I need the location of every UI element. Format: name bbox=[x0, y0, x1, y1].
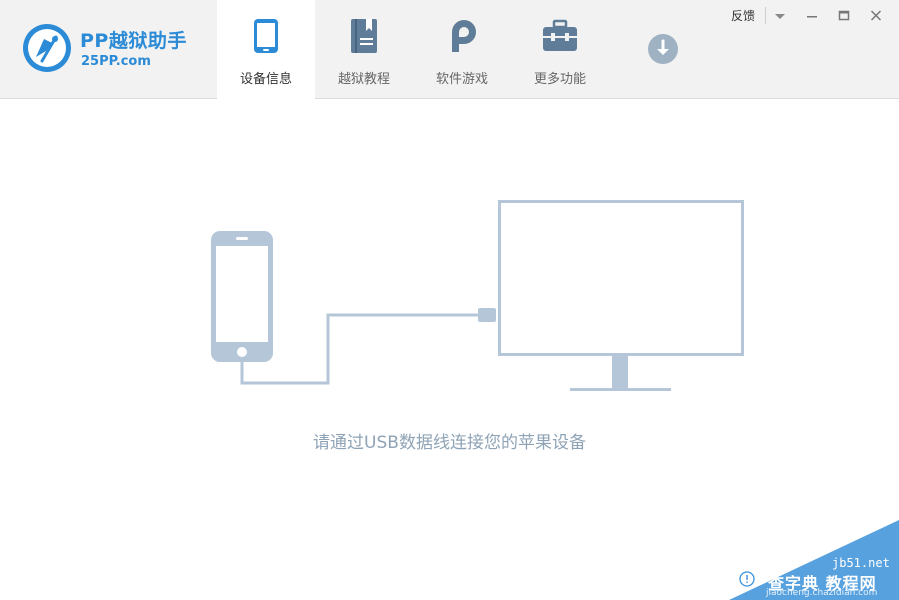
tab-more-features[interactable]: 更多功能 bbox=[511, 0, 609, 98]
tab-label: 设备信息 bbox=[239, 72, 292, 87]
watermark-url: jiaocheng.chazidian.com bbox=[766, 588, 878, 598]
tab-software-games[interactable]: 软件游戏 bbox=[413, 0, 511, 98]
toolbar-divider bbox=[765, 7, 766, 24]
app-title: PP越狱助手 bbox=[80, 30, 187, 52]
usb-connector bbox=[478, 308, 496, 322]
phone-icon bbox=[254, 19, 278, 53]
usb-cable bbox=[240, 313, 480, 385]
top-toolbar: PP越狱助手 25PP.com 设备信息 越狱教程 软件游戏 更多功能 反馈 bbox=[0, 0, 899, 99]
dropdown-icon[interactable] bbox=[772, 6, 788, 26]
maximize-icon[interactable] bbox=[836, 6, 852, 26]
iphone-illustration bbox=[211, 231, 273, 362]
tab-label: 越狱教程 bbox=[337, 72, 390, 87]
tab-device-info[interactable]: 设备信息 bbox=[217, 0, 315, 99]
tab-jailbreak-tutorial[interactable]: 越狱教程 bbox=[315, 0, 413, 98]
connect-device-hint: 请通过USB数据线连接您的苹果设备 bbox=[313, 433, 586, 453]
tab-label: 软件游戏 bbox=[435, 72, 488, 87]
minimize-icon[interactable] bbox=[804, 6, 820, 26]
download-icon[interactable] bbox=[647, 33, 679, 65]
info-icon bbox=[739, 571, 755, 587]
toolbox-icon bbox=[543, 19, 577, 51]
feedback-link[interactable]: 反馈 bbox=[731, 6, 755, 26]
connection-illustration bbox=[211, 200, 744, 391]
tab-label: 更多功能 bbox=[533, 72, 586, 87]
book-icon bbox=[351, 19, 377, 53]
app-domain: 25PP.com bbox=[81, 54, 151, 69]
pp-logo-icon bbox=[452, 20, 476, 52]
close-icon[interactable] bbox=[868, 6, 884, 26]
monitor-illustration bbox=[498, 200, 744, 391]
watermark-site: jb51.net bbox=[832, 556, 890, 570]
app-logo-icon bbox=[23, 24, 71, 72]
